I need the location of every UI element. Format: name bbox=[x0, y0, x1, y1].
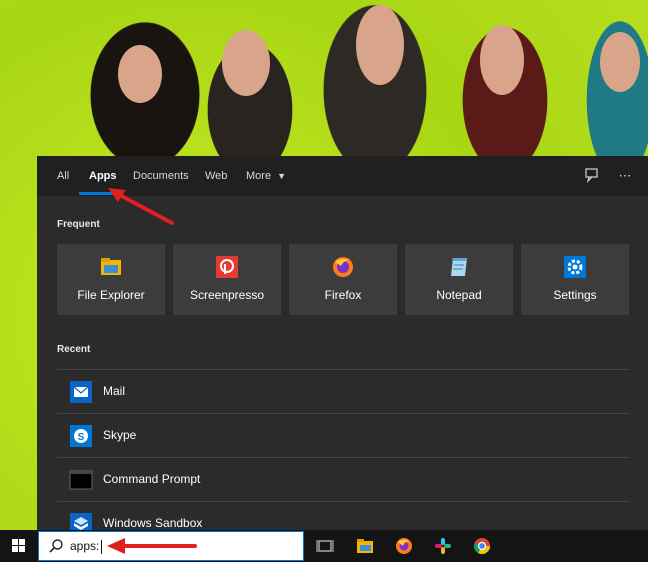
slack-icon[interactable] bbox=[434, 537, 452, 555]
file-explorer-icon bbox=[101, 258, 121, 275]
tile-notepad[interactable]: Notepad bbox=[405, 244, 513, 315]
tab-all[interactable]: All bbox=[57, 156, 69, 196]
taskbar-search-box[interactable]: apps: bbox=[38, 531, 304, 561]
tile-label: Firefox bbox=[324, 288, 362, 302]
recent-item-mail[interactable]: Mail bbox=[57, 369, 630, 413]
tile-screenpresso[interactable]: Screenpresso bbox=[173, 244, 281, 315]
svg-text:S: S bbox=[78, 432, 85, 443]
tile-label: File Explorer bbox=[77, 288, 145, 302]
settings-icon bbox=[564, 256, 586, 278]
tile-label: Notepad bbox=[436, 288, 482, 302]
tile-label: Screenpresso bbox=[189, 288, 265, 302]
chevron-down-icon: ▼ bbox=[277, 171, 287, 181]
firefox-icon bbox=[333, 257, 353, 277]
search-results-panel: All Apps Documents Web More ▼ ⋯ Frequent… bbox=[37, 156, 648, 535]
tab-documents[interactable]: Documents bbox=[133, 156, 189, 196]
search-icon bbox=[48, 538, 64, 554]
command-prompt-icon bbox=[69, 470, 93, 490]
feedback-icon[interactable] bbox=[583, 167, 601, 185]
more-options-icon[interactable]: ⋯ bbox=[616, 167, 634, 185]
recent-item-label: Skype bbox=[103, 428, 137, 442]
recent-item-label: Mail bbox=[103, 384, 126, 398]
search-query-text: apps: bbox=[70, 539, 100, 553]
frequent-heading: Frequent bbox=[57, 219, 100, 230]
recent-item-label: Command Prompt bbox=[103, 472, 201, 486]
tile-label: Settings bbox=[553, 288, 597, 302]
notepad-icon bbox=[451, 258, 467, 276]
wallpaper-face bbox=[118, 45, 162, 103]
tile-file-explorer[interactable]: File Explorer bbox=[57, 244, 165, 315]
wallpaper-face bbox=[222, 30, 270, 96]
tab-web[interactable]: Web bbox=[205, 156, 227, 196]
screenpresso-icon bbox=[216, 256, 238, 278]
tile-settings[interactable]: Settings bbox=[521, 244, 629, 315]
tab-more[interactable]: More ▼ bbox=[246, 156, 286, 196]
taskbar: apps: bbox=[0, 530, 648, 562]
chrome-icon[interactable] bbox=[473, 537, 491, 555]
firefox-icon[interactable] bbox=[395, 537, 413, 555]
tab-more-label: More bbox=[246, 170, 272, 182]
recent-item-command-prompt[interactable]: Command Prompt bbox=[57, 457, 630, 501]
recent-heading: Recent bbox=[57, 344, 91, 355]
wallpaper-face bbox=[480, 25, 524, 95]
text-cursor bbox=[101, 539, 103, 554]
recent-item-skype[interactable]: S Skype bbox=[57, 413, 630, 457]
wallpaper-face bbox=[600, 32, 640, 92]
task-view-icon[interactable] bbox=[316, 537, 334, 555]
search-tabbar: All Apps Documents Web More ▼ ⋯ bbox=[37, 156, 648, 196]
active-tab-indicator bbox=[79, 192, 115, 195]
mail-icon bbox=[70, 381, 92, 403]
wallpaper-face bbox=[356, 5, 404, 85]
search-input[interactable]: apps: bbox=[70, 539, 103, 554]
tile-firefox[interactable]: Firefox bbox=[289, 244, 397, 315]
skype-icon: S bbox=[70, 425, 92, 447]
file-explorer-icon[interactable] bbox=[356, 537, 374, 555]
windows-start-icon[interactable] bbox=[12, 539, 26, 553]
recent-item-windows-sandbox[interactable]: Windows Sandbox bbox=[57, 501, 630, 535]
tab-apps[interactable]: Apps bbox=[89, 156, 117, 196]
